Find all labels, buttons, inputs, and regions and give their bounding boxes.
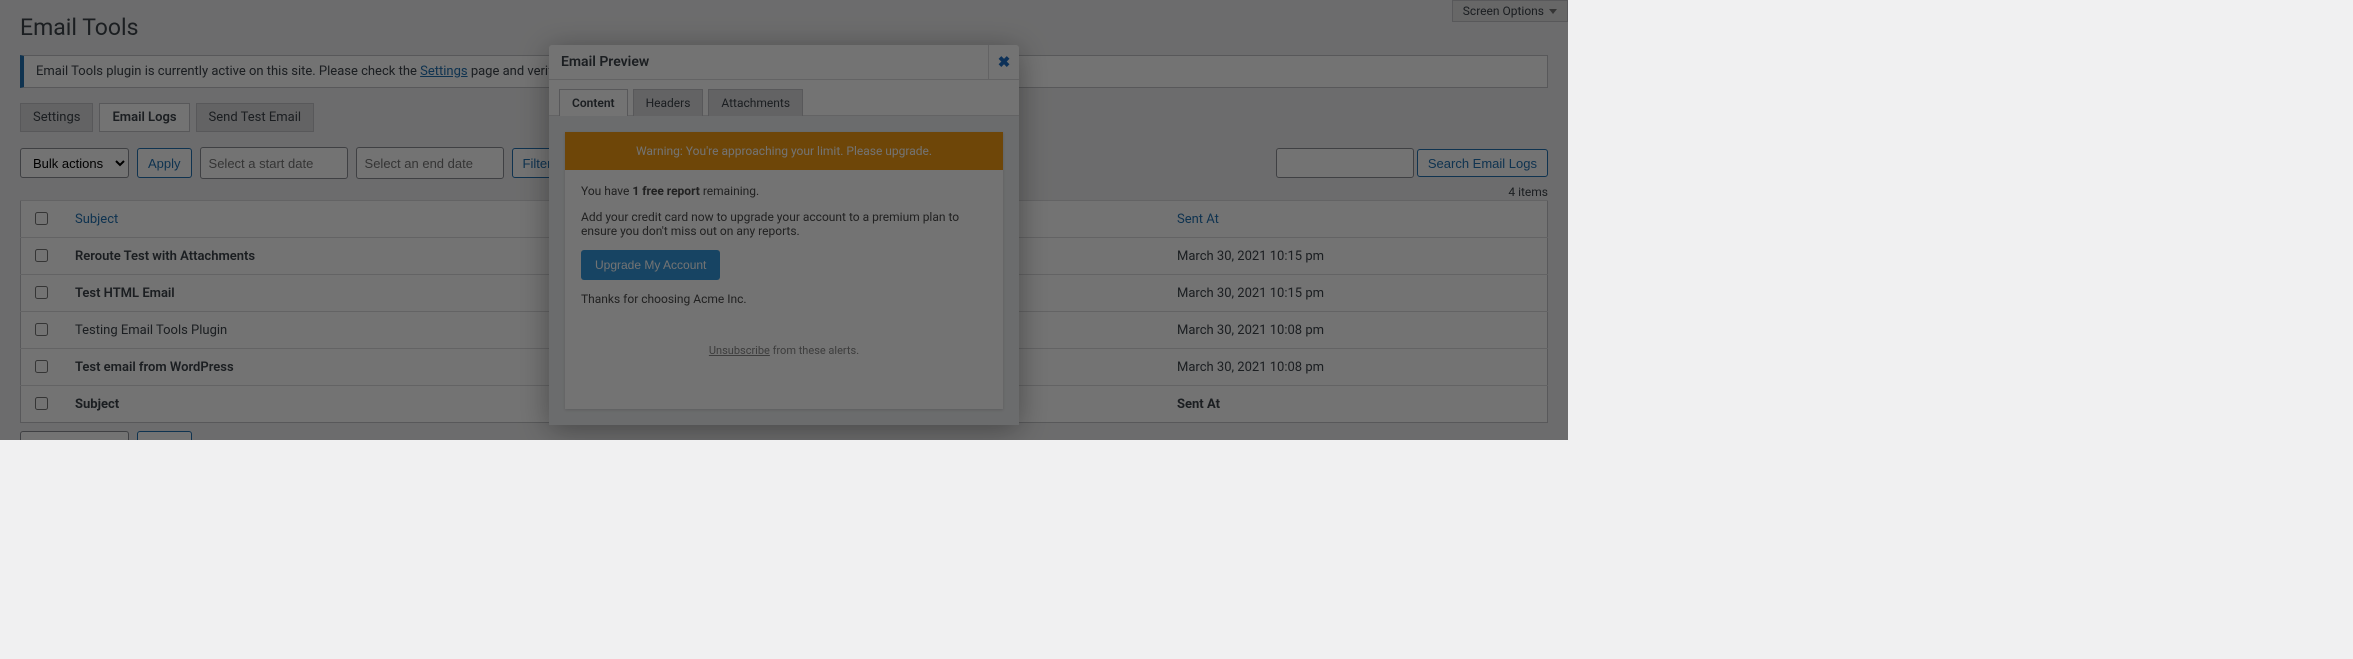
modal-overlay[interactable]: [0, 0, 1568, 440]
